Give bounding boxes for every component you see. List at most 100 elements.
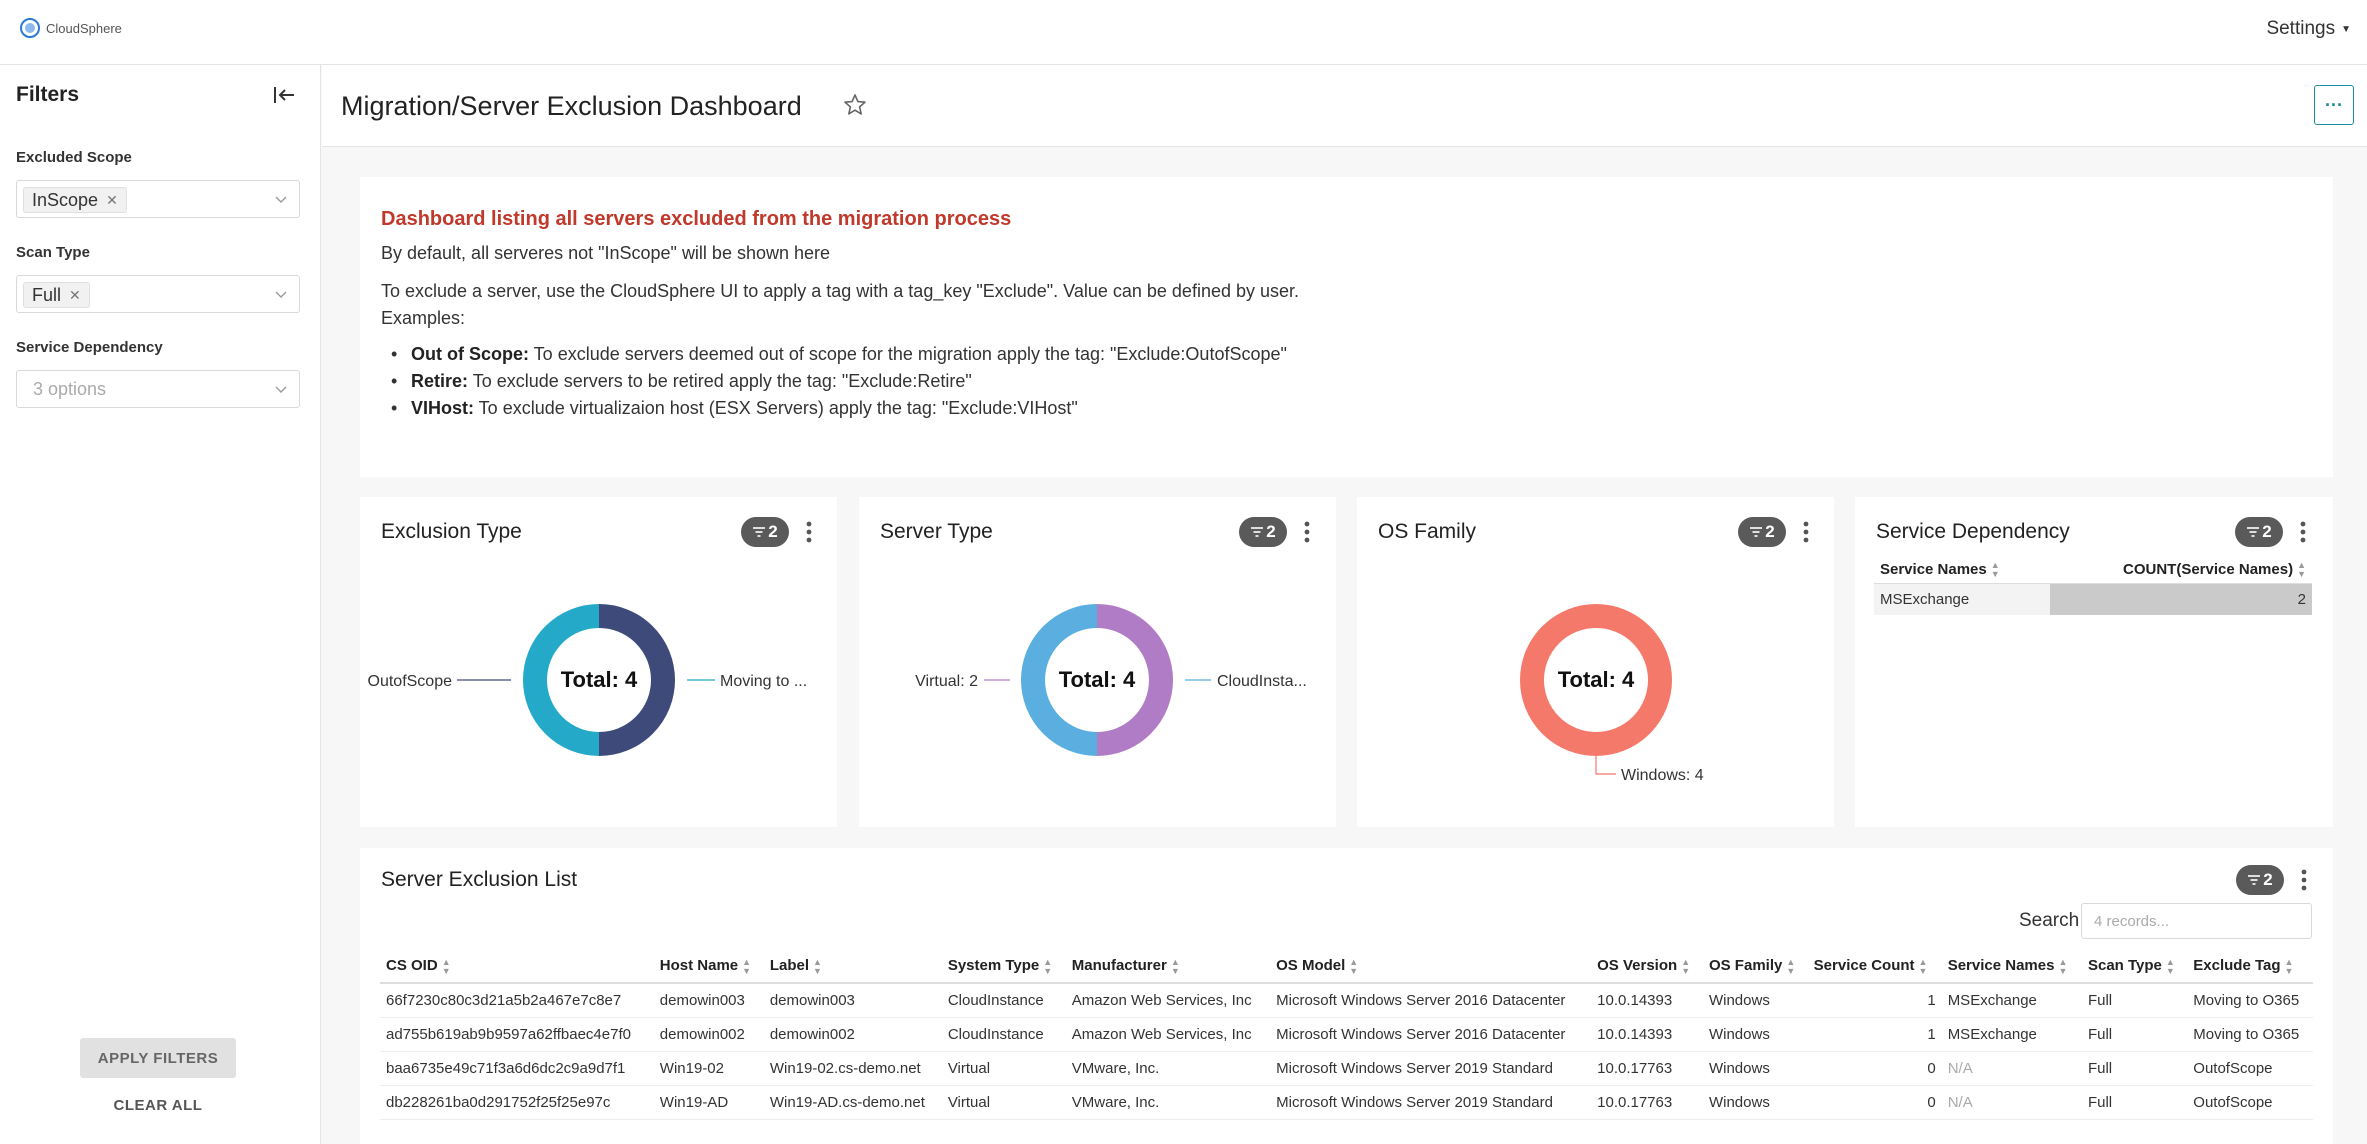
- scan-type-select[interactable]: Full ✕: [16, 275, 300, 313]
- list-item-term: Out of Scope:: [411, 344, 529, 364]
- list-item-term: VIHost:: [411, 398, 474, 418]
- column-header[interactable]: Service Names ▲ ▼: [1941, 951, 2082, 984]
- table-cell: Full: [2081, 1085, 2188, 1120]
- donut-center-label: Total: 4: [1558, 667, 1635, 692]
- table-cell: VMware, Inc.: [1065, 1051, 1271, 1086]
- more-actions-button[interactable]: ···: [2314, 85, 2354, 125]
- table-row[interactable]: db228261ba0d291752f25f25e97c Win19-AD Win1…: [380, 1085, 2313, 1120]
- table-cell: Full: [2081, 983, 2188, 1018]
- table-cell-bar: 2: [2050, 583, 2312, 615]
- sort-icon: ▲ ▼: [1043, 956, 1053, 976]
- sort-icon: ▲ ▼: [813, 956, 822, 976]
- sort-icon: ▲ ▼: [2297, 559, 2306, 579]
- filter-count-badge[interactable]: 2: [2235, 517, 2283, 547]
- server-type-chart-card: Server Type 2 Total: 4 Virtual: 2 CloudI…: [859, 497, 1336, 827]
- filter-icon: [2247, 527, 2260, 537]
- logo-text: CloudSphere: [46, 20, 122, 36]
- column-header[interactable]: System Type ▲ ▼: [941, 951, 1066, 984]
- table-cell: Full: [2081, 1017, 2188, 1052]
- table-cell: 0: [1807, 1051, 1942, 1086]
- sort-icon: ▲ ▼: [2058, 956, 2068, 976]
- table-cell: Amazon Web Services, Inc: [1065, 1017, 1271, 1052]
- list-item: Retire: To exclude servers to be retired…: [391, 371, 1287, 398]
- chevron-down-icon: [275, 386, 287, 393]
- table-row[interactable]: ad755b619ab9b9597a62ffbaec4e7f0 demowin00…: [380, 1017, 2313, 1052]
- exclusion-type-chart-card: Exclusion Type 2 Total: 4 OutofScope Mov…: [360, 497, 837, 827]
- settings-menu[interactable]: Settings ▼: [2266, 18, 2351, 40]
- column-header-label: Scan Type: [2087, 957, 2162, 975]
- table-cell: Microsoft Windows Server 2019 Standard: [1270, 1051, 1592, 1086]
- column-header[interactable]: Manufacturer ▲ ▼: [1065, 951, 1271, 984]
- chart-title: Service Dependency: [1876, 520, 2070, 543]
- table-cell: Windows: [1702, 1085, 1808, 1120]
- markdown-heading: Dashboard listing all servers excluded f…: [381, 208, 1012, 230]
- os-family-donut: Total: 4 Windows: 4: [1520, 604, 1704, 784]
- clear-all-button[interactable]: CLEAR ALL: [80, 1097, 236, 1114]
- filter-count: 2: [2262, 522, 2272, 541]
- column-header-label: Service Names: [1947, 957, 2055, 975]
- excluded-scope-select[interactable]: InScope ✕: [16, 180, 300, 218]
- collapse-sidebar-icon[interactable]: [270, 81, 298, 109]
- kebab-menu-icon[interactable]: [2298, 519, 2308, 545]
- column-header[interactable]: COUNT(Service Names) ▲ ▼: [2050, 557, 2312, 584]
- column-header[interactable]: Label ▲ ▼: [763, 951, 942, 984]
- filter-count-badge[interactable]: 2: [2236, 865, 2284, 895]
- apply-filters-button[interactable]: APPLY FILTERS: [80, 1038, 236, 1078]
- column-header-label: COUNT(Service Names): [2123, 560, 2294, 578]
- column-header-label: OS Version: [1597, 957, 1678, 975]
- column-header[interactable]: Service Names ▲ ▼: [1874, 557, 2050, 584]
- kebab-menu-icon[interactable]: [2299, 867, 2309, 893]
- remove-tag-icon[interactable]: ✕: [69, 287, 81, 304]
- list-item: VIHost: To exclude virtualizaion host (E…: [391, 398, 1287, 425]
- excluded-scope-label: Excluded Scope: [16, 149, 132, 166]
- table-cell: Win19-AD: [653, 1085, 764, 1120]
- table-cell: 10.0.17763: [1591, 1085, 1703, 1120]
- service-dependency-select[interactable]: 3 options: [16, 370, 300, 408]
- column-header[interactable]: Service Count ▲ ▼: [1807, 951, 1942, 984]
- markdown-text: By default, all serveres not "InScope" w…: [381, 243, 831, 263]
- exclusion-type-donut: Total: 4 OutofScope Moving to ...: [368, 604, 807, 756]
- scan-type-label: Scan Type: [16, 244, 90, 261]
- table-cell: db228261ba0d291752f25f25e97c: [380, 1085, 654, 1120]
- column-header-label: OS Family: [1708, 957, 1783, 975]
- column-header[interactable]: OS Version ▲ ▼: [1591, 951, 1703, 984]
- column-header-label: Label: [769, 957, 810, 975]
- slice-label-windows: Windows: 4: [1621, 767, 1704, 784]
- column-header-label: System Type: [947, 957, 1040, 975]
- sort-icon: ▲ ▼: [1786, 956, 1796, 976]
- table-cell: MSExchange: [1941, 983, 2082, 1018]
- table-cell: Windows: [1702, 1017, 1808, 1052]
- list-item-text: To exclude virtualizaion host (ESX Serve…: [474, 398, 1078, 418]
- table-cell: VMware, Inc.: [1065, 1085, 1271, 1120]
- slice-label-moving: Moving to ...: [720, 673, 807, 690]
- column-header[interactable]: Exclude Tag ▲ ▼: [2187, 951, 2313, 984]
- column-header-label: OS Model: [1276, 957, 1346, 975]
- filter-tag: Full ✕: [23, 282, 90, 308]
- table-row[interactable]: MSExchange 2: [1874, 583, 2312, 615]
- remove-tag-icon[interactable]: ✕: [106, 192, 118, 209]
- sort-icon: ▲ ▼: [1170, 956, 1180, 976]
- column-header[interactable]: OS Family ▲ ▼: [1702, 951, 1808, 984]
- column-header-label: Service Count: [1813, 957, 1915, 975]
- column-header[interactable]: Host Name ▲ ▼: [653, 951, 764, 984]
- table-cell: demowin002: [763, 1017, 942, 1052]
- table-cell: Win19-02: [653, 1051, 764, 1086]
- app-logo[interactable]: CloudSphere: [20, 18, 122, 38]
- column-header[interactable]: OS Model ▲ ▼: [1270, 951, 1592, 984]
- search-input[interactable]: [2081, 903, 2312, 939]
- filter-tag-label: InScope: [32, 189, 99, 210]
- column-header[interactable]: CS OID ▲ ▼: [380, 951, 654, 984]
- leader-line: [1595, 756, 1616, 775]
- server-exclusion-list-card: Server Exclusion List 2 Search CS OID▲▼H…: [360, 848, 2333, 1144]
- table-cell: Virtual: [941, 1051, 1066, 1086]
- star-icon[interactable]: [842, 92, 868, 118]
- table-header-row: CS OID ▲ ▼ Host Name ▲ ▼ Label ▲ ▼ System Type ▲ ▼ M…: [380, 951, 2313, 984]
- filter-icon: [2248, 875, 2261, 885]
- column-header[interactable]: Scan Type ▲ ▼: [2081, 951, 2188, 984]
- sort-icon: ▲ ▼: [1990, 559, 2000, 579]
- table-row[interactable]: baa6735e49c71f3a6d6dc2c9a9d7f1 Win19-02 Wi…: [380, 1051, 2313, 1086]
- table-body: 66f7230c80c3d21a5b2a467e7c8e7 demowin003 d…: [380, 983, 2313, 1120]
- table-cell: 66f7230c80c3d21a5b2a467e7c8e7: [380, 983, 654, 1018]
- table-row[interactable]: 66f7230c80c3d21a5b2a467e7c8e7 demowin003 d…: [380, 983, 2313, 1018]
- filter-tag: InScope ✕: [23, 187, 127, 213]
